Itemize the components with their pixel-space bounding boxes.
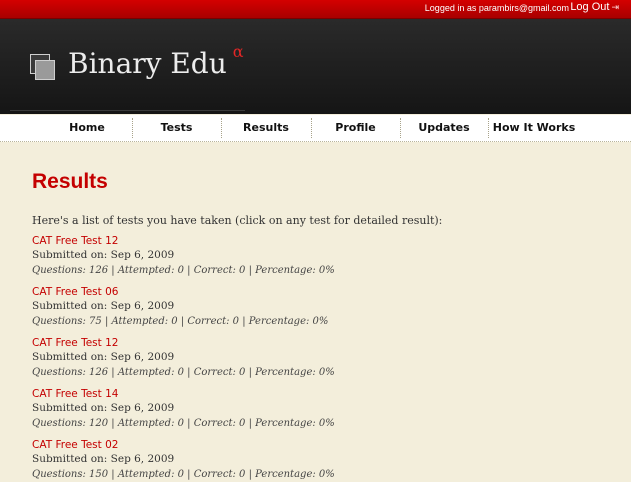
site-name[interactable]: Binary Edu α [68,42,244,80]
logout-icon: ⇥ [611,2,619,12]
logout-label: Log Out [570,1,610,13]
main-content: Results Here's a list of tests you have … [32,170,612,482]
submitted-date: Submitted on: Sep 6, 2009 [32,453,175,465]
logged-in-text: Logged in as parambirs@gmail.com [424,3,569,13]
intro-text: Here's a list of tests you have taken (c… [32,214,443,227]
header-divider [10,110,245,111]
site-header: Binary Edu α [0,19,631,114]
result-entry: CAT Free Test 12 Submitted on: Sep 6, 20… [32,234,612,278]
test-stats: Questions: 126 | Attempted: 0 | Correct:… [32,265,335,276]
nav-item-how-it-works[interactable]: How It Works [488,115,580,141]
test-link[interactable]: CAT Free Test 02 [32,438,612,452]
alpha-version-mark: α [232,41,244,61]
nav-item-tests[interactable]: Tests [132,115,221,141]
page-title: Results [32,170,108,193]
result-entry: CAT Free Test 12 Submitted on: Sep 6, 20… [32,336,612,380]
nav-item-results[interactable]: Results [221,115,311,141]
main-nav: Home Tests Results Profile Updates How I… [0,115,631,142]
test-stats: Questions: 126 | Attempted: 0 | Correct:… [32,367,335,378]
test-link[interactable]: CAT Free Test 14 [32,387,612,401]
nav-item-updates[interactable]: Updates [400,115,488,141]
test-stats: Questions: 120 | Attempted: 0 | Correct:… [32,418,335,429]
test-stats: Questions: 75 | Attempted: 0 | Correct: … [32,316,329,327]
stacked-squares-logo-icon [30,54,56,80]
result-entry: CAT Free Test 02 Submitted on: Sep 6, 20… [32,438,612,482]
submitted-date: Submitted on: Sep 6, 2009 [32,249,175,261]
logout-link[interactable]: Log Out ⇥ [570,1,619,13]
result-entry: CAT Free Test 06 Submitted on: Sep 6, 20… [32,285,612,329]
submitted-date: Submitted on: Sep 6, 2009 [32,402,175,414]
result-entry: CAT Free Test 14 Submitted on: Sep 6, 20… [32,387,612,431]
top-bar: Logged in as parambirs@gmail.com Log Out… [0,0,631,19]
nav-item-profile[interactable]: Profile [311,115,400,141]
test-link[interactable]: CAT Free Test 06 [32,285,612,299]
submitted-date: Submitted on: Sep 6, 2009 [32,300,175,312]
test-link[interactable]: CAT Free Test 12 [32,234,612,248]
test-stats: Questions: 150 | Attempted: 0 | Correct:… [32,469,335,480]
site-name-text: Binary Edu [68,47,227,80]
submitted-date: Submitted on: Sep 6, 2009 [32,351,175,363]
test-link[interactable]: CAT Free Test 12 [32,336,612,350]
nav-item-home[interactable]: Home [42,115,132,141]
